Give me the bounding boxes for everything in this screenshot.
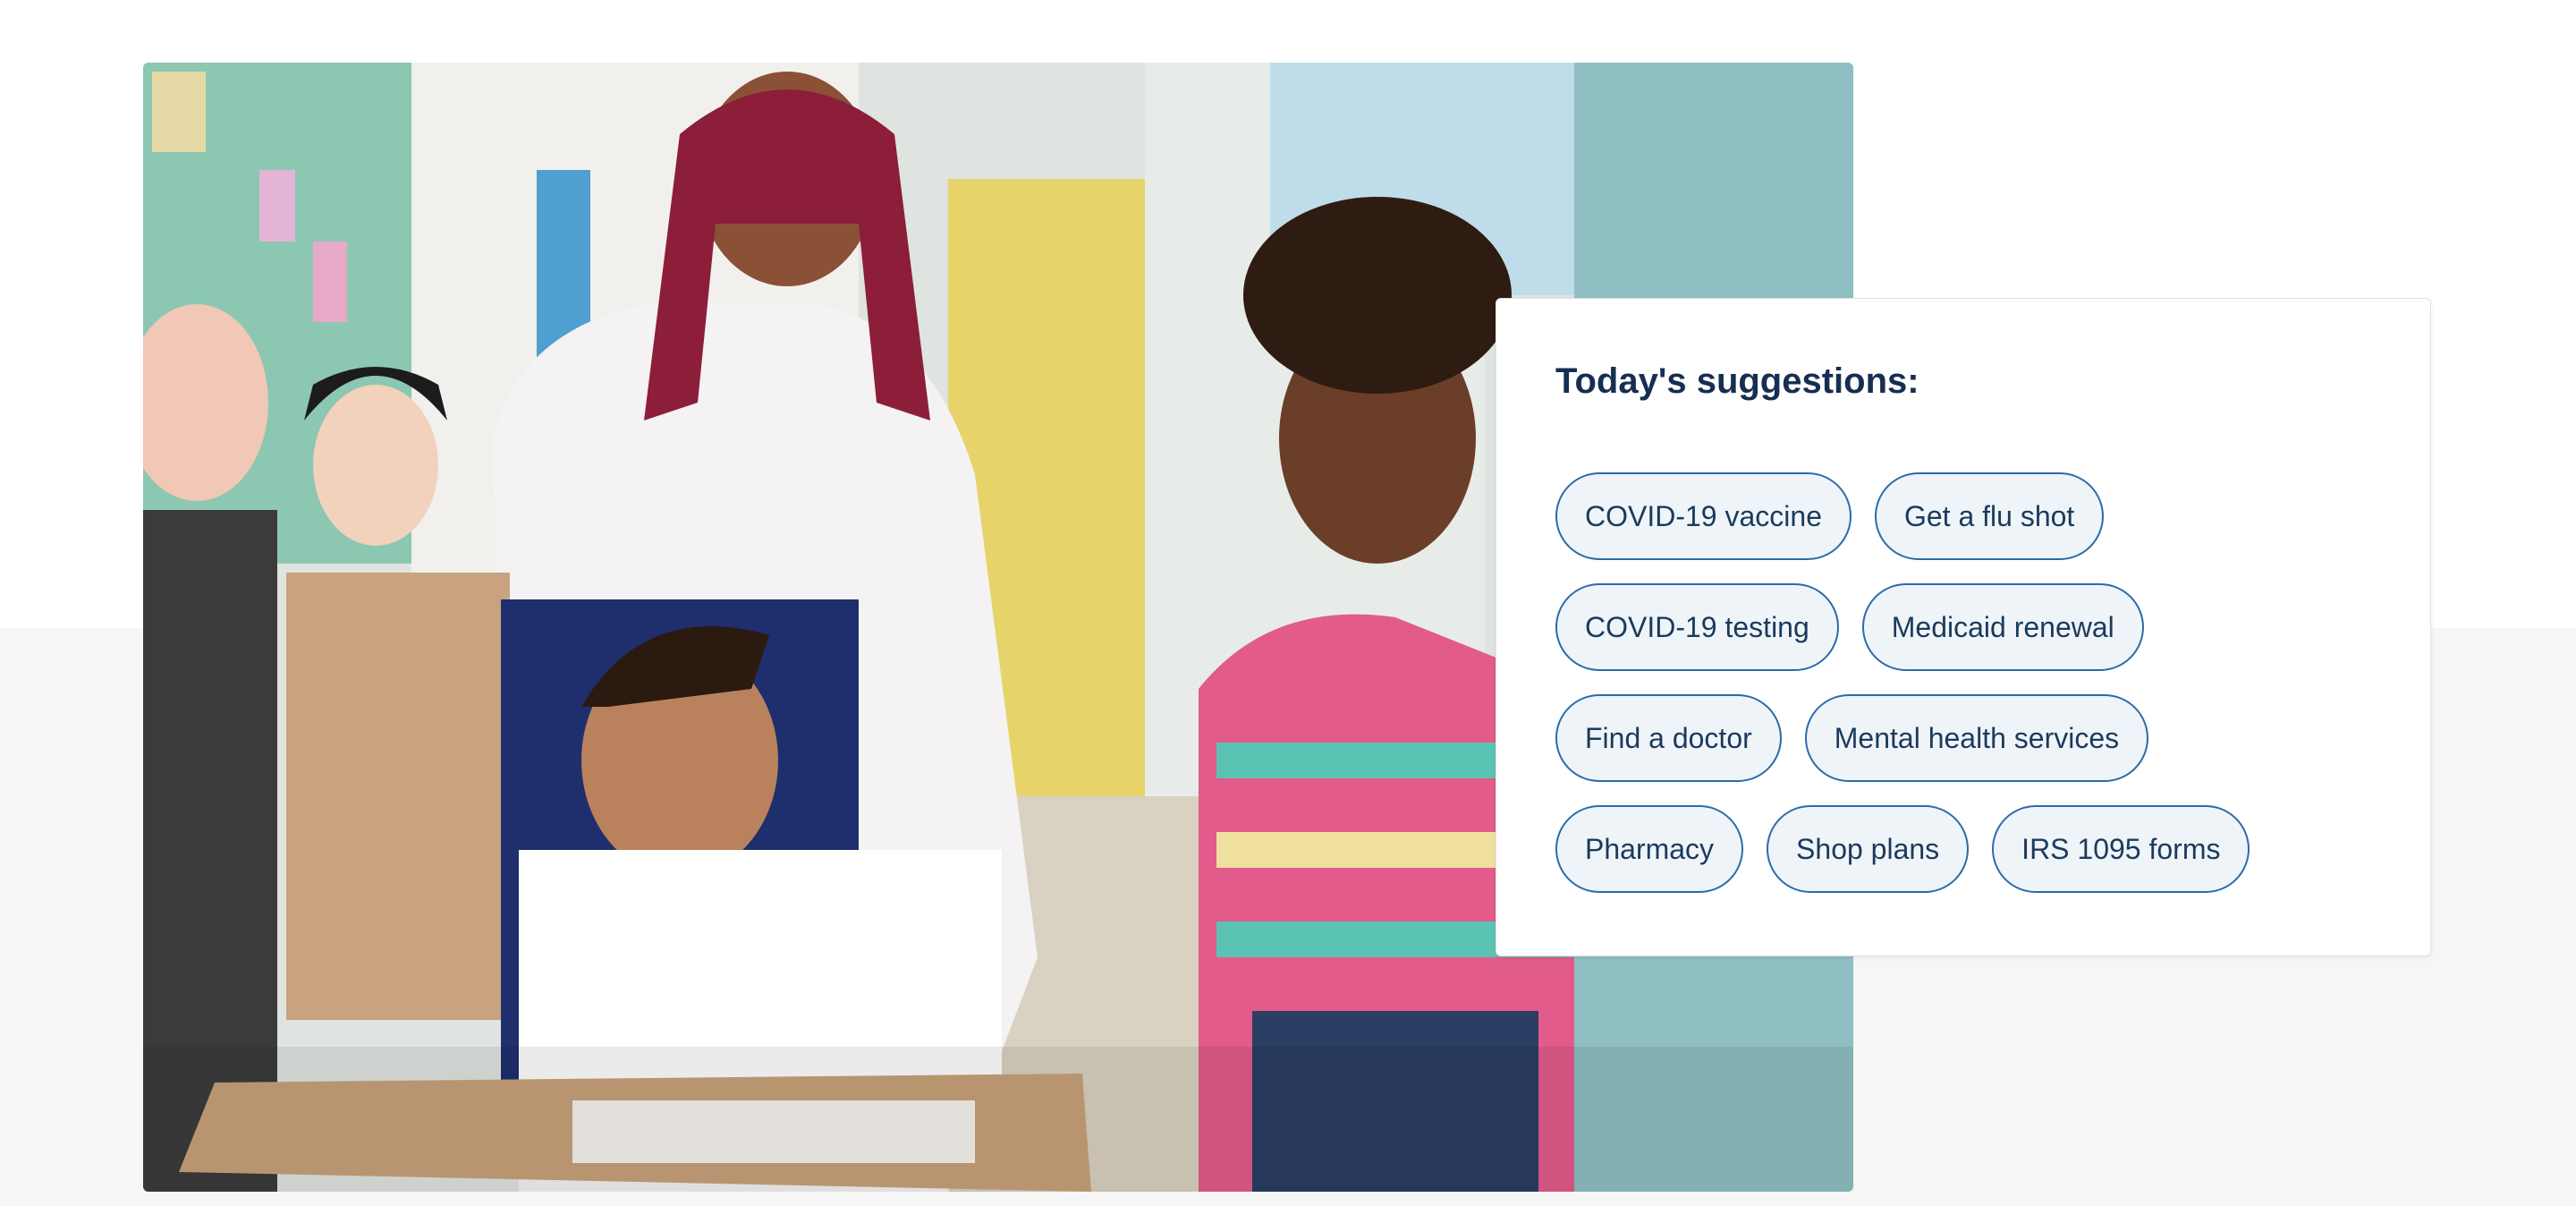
- chip-irs-1095[interactable]: IRS 1095 forms: [1992, 805, 2250, 893]
- chip-row: Find a doctor Mental health services: [1555, 694, 2378, 782]
- suggestions-card: Today's suggestions: COVID-19 vaccine Ge…: [1496, 298, 2431, 956]
- chip-flu-shot[interactable]: Get a flu shot: [1874, 472, 2105, 560]
- suggestion-chip-list: COVID-19 vaccine Get a flu shot COVID-19…: [1555, 472, 2378, 916]
- chip-pharmacy[interactable]: Pharmacy: [1555, 805, 1744, 893]
- chip-shop-plans[interactable]: Shop plans: [1767, 805, 1970, 893]
- chip-row: COVID-19 testing Medicaid renewal: [1555, 583, 2378, 671]
- chip-row: COVID-19 vaccine Get a flu shot: [1555, 472, 2378, 560]
- chip-covid-vaccine[interactable]: COVID-19 vaccine: [1555, 472, 1852, 560]
- chip-medicaid-renewal[interactable]: Medicaid renewal: [1861, 583, 2144, 671]
- chip-mental-health[interactable]: Mental health services: [1804, 694, 2149, 782]
- chip-covid-testing[interactable]: COVID-19 testing: [1555, 583, 1839, 671]
- chip-row: Pharmacy Shop plans IRS 1095 forms: [1555, 805, 2378, 893]
- chip-find-doctor[interactable]: Find a doctor: [1555, 694, 1782, 782]
- suggestions-title: Today's suggestions:: [1555, 361, 1919, 401]
